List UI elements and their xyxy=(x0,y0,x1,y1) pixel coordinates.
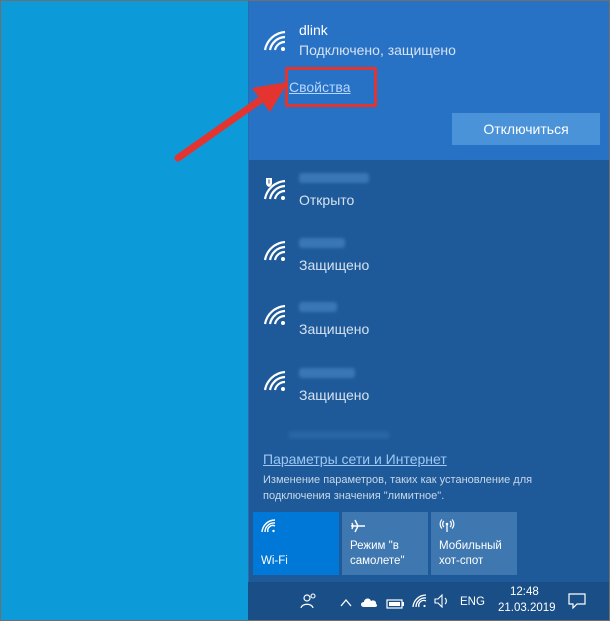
onedrive-icon[interactable] xyxy=(360,595,378,613)
chevron-up-icon[interactable] xyxy=(340,595,352,613)
taskbar-clock-date[interactable]: 21.03.2019 xyxy=(498,602,556,614)
battery-icon[interactable] xyxy=(386,596,406,614)
connected-network-panel[interactable]: dlink Подключено, защищено Свойства Откл… xyxy=(249,0,610,160)
airplane-icon xyxy=(350,519,366,538)
notification-center-icon[interactable] xyxy=(568,593,586,614)
wifi-tray-icon[interactable] xyxy=(412,594,428,613)
network-settings-link[interactable]: Параметры сети и Интернет xyxy=(263,451,447,467)
quick-action-label: Режим "в самолете" xyxy=(350,540,405,567)
quick-action-mobile-hotspot[interactable]: Мобильный хот-спот xyxy=(431,512,517,575)
quick-action-airplane-mode[interactable]: Режим "в самолете" xyxy=(342,512,428,575)
network-list-item[interactable]: Защищено xyxy=(249,294,610,354)
volume-icon[interactable] xyxy=(434,593,450,613)
input-language-indicator[interactable]: ENG xyxy=(460,596,485,608)
network-name-blurred xyxy=(299,173,369,183)
network-name-blurred xyxy=(299,368,355,378)
quick-action-label: Wi-Fi xyxy=(261,555,288,567)
wifi-signal-icon xyxy=(263,304,289,326)
network-name-blurred xyxy=(299,302,337,312)
wifi-icon xyxy=(261,519,277,538)
hotspot-icon xyxy=(439,519,455,538)
wifi-signal-icon xyxy=(263,370,289,392)
network-flyout: dlink Подключено, защищено Свойства Откл… xyxy=(248,0,610,582)
network-settings-description: Изменение параметров, таких как установл… xyxy=(263,474,533,502)
network-list-item[interactable]: Открыто xyxy=(249,165,610,225)
network-name-blurred xyxy=(299,238,345,248)
quick-action-wifi[interactable]: Wi-Fi xyxy=(253,512,339,575)
network-list-fade xyxy=(289,432,389,438)
connected-network-status: Подключено, защищено xyxy=(299,42,456,58)
network-status: Защищено xyxy=(299,257,370,273)
wifi-signal-icon xyxy=(263,240,289,262)
quick-action-label: Мобильный хот-спот xyxy=(439,540,502,567)
wifi-signal-icon xyxy=(263,30,289,52)
network-list-item[interactable]: Защищено xyxy=(249,358,610,418)
taskbar: ENG 12:48 21.03.2019 xyxy=(248,582,609,620)
network-list-item[interactable]: Защищено xyxy=(249,230,610,290)
network-status: Защищено xyxy=(299,321,370,337)
taskbar-clock-time[interactable]: 12:48 xyxy=(510,586,539,598)
connected-network-name: dlink xyxy=(299,22,328,38)
properties-link[interactable]: Свойства xyxy=(289,79,350,95)
disconnect-button[interactable]: Отключиться xyxy=(452,113,600,145)
network-status: Защищено xyxy=(299,387,370,403)
people-icon[interactable] xyxy=(300,592,318,615)
network-status: Открыто xyxy=(299,192,355,208)
wifi-open-warning-icon xyxy=(263,177,289,200)
